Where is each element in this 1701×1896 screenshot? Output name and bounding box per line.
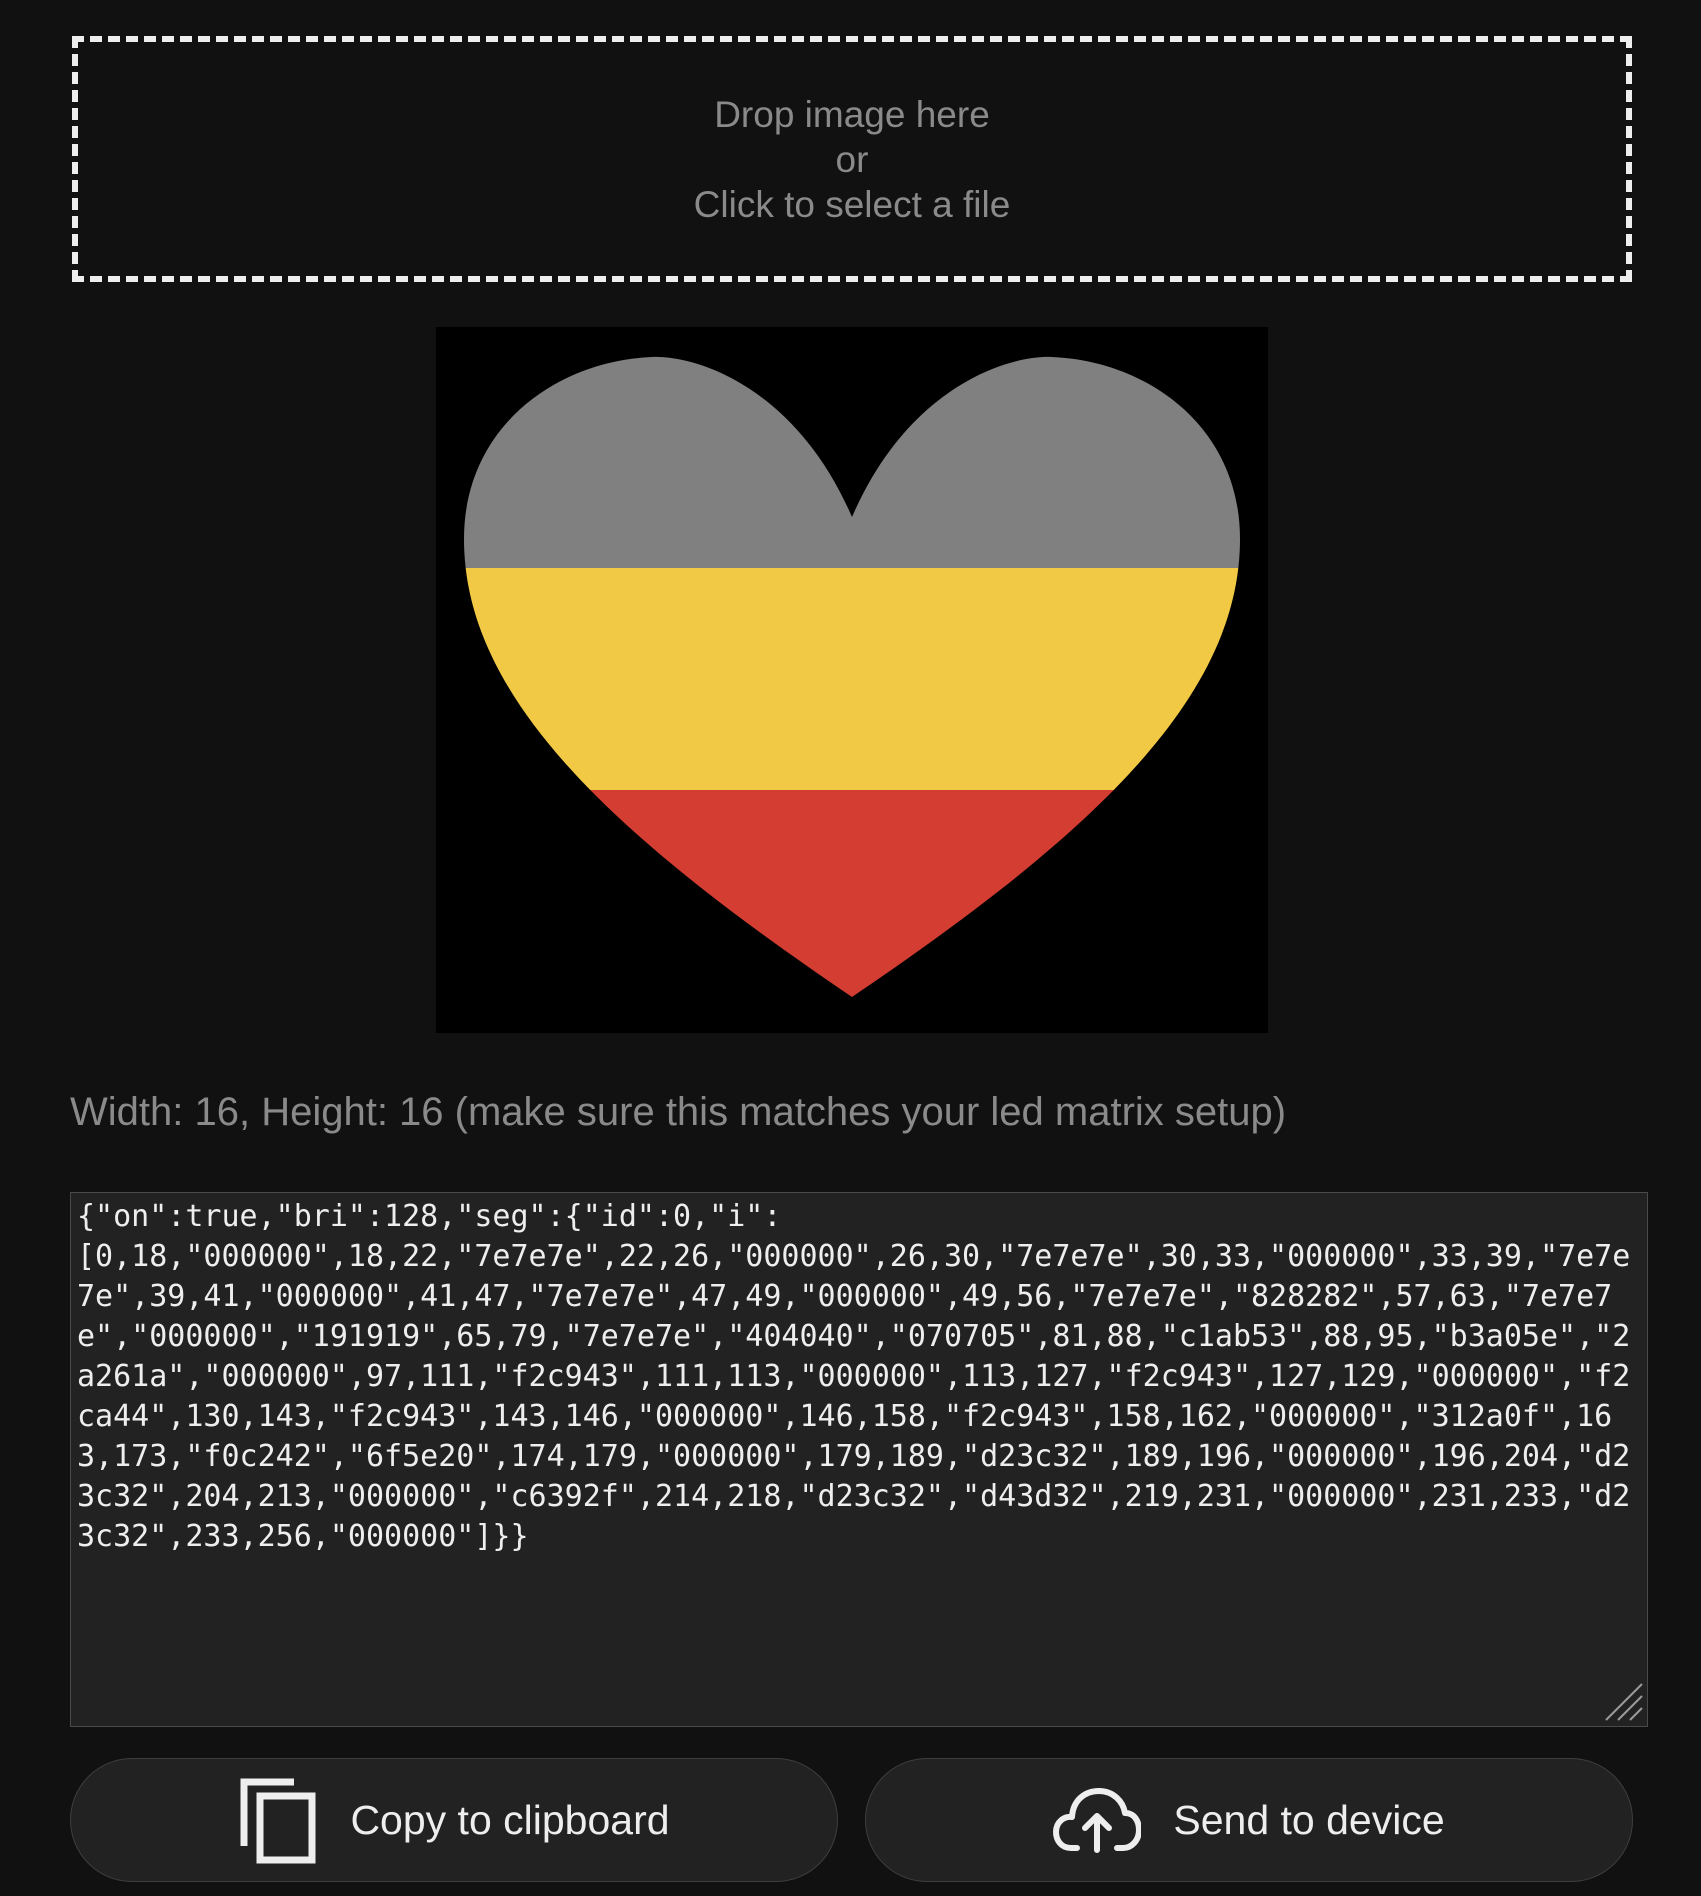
image-dropzone[interactable]: Drop image here or Click to select a fil… [72,36,1632,282]
copy-button-label: Copy to clipboard [350,1796,670,1843]
dropzone-line-select: Click to select a file [693,183,1011,225]
heart-stripe-top [464,356,1240,568]
dimensions-info: Width: 16, Height: 16 (make sure this ma… [70,1090,1287,1134]
dropzone-line-drop: Drop image here [714,93,990,135]
send-button-label: Send to device [1173,1796,1445,1843]
heart-stripe-bottom [464,790,1240,997]
dropzone-line-or: or [835,138,869,180]
heart-flag-image [464,356,1240,997]
heart-stripe-middle [464,568,1240,790]
image-preview [436,327,1268,1033]
cloud-upload-icon [1053,1786,1142,1854]
send-to-device-button[interactable]: Send to device [865,1758,1633,1882]
copy-to-clipboard-button[interactable]: Copy to clipboard [70,1758,838,1882]
json-output-textarea[interactable]: {"on":true,"bri":128,"seg":{"id":0,"i": … [70,1192,1648,1727]
copy-icon [238,1776,318,1864]
resize-handle-icon[interactable] [1602,1680,1644,1722]
